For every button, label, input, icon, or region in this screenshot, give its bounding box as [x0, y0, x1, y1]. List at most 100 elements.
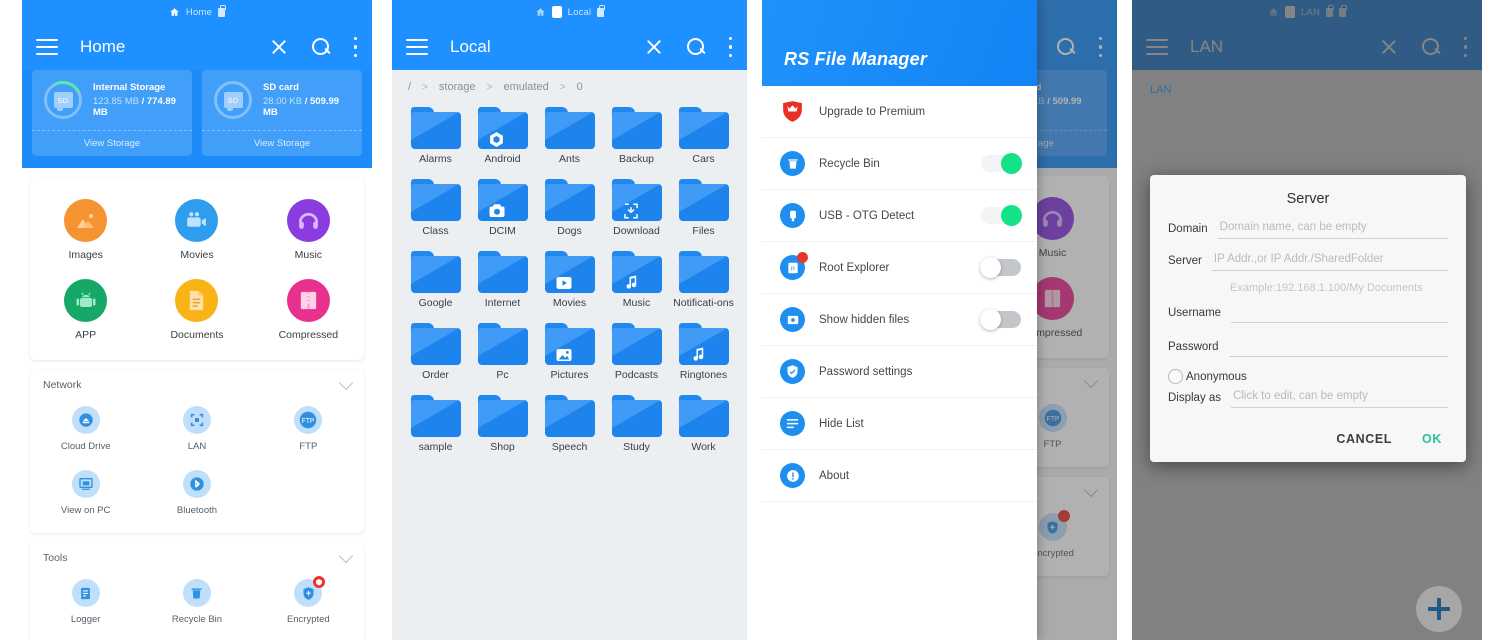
cancel-button[interactable]: CANCEL [1336, 432, 1392, 446]
android-app-icon [64, 279, 108, 322]
folder-item[interactable]: Ants [536, 101, 603, 169]
folder-label: Podcasts [614, 369, 659, 382]
hamburger-icon[interactable] [36, 39, 58, 55]
network-cloud-drive[interactable]: Cloud Drive [30, 397, 141, 461]
folder-icon [410, 251, 461, 294]
folder-item[interactable]: DCIM [469, 173, 536, 241]
folder-item[interactable]: Movies [536, 245, 603, 313]
storage-ring-sdcard: SD [214, 81, 252, 119]
drawer-item-root-explorer[interactable]: R Root Explorer [762, 242, 1037, 294]
network-bluetooth[interactable]: Bluetooth [141, 461, 252, 525]
panel-lan-dialog: LAN LAN LAN Server Domain Domain name, c… [1132, 0, 1482, 640]
toggle-switch[interactable] [980, 309, 1021, 330]
drawer-item-show-hidden-files[interactable]: Show hidden files [762, 294, 1037, 346]
drawer-item-recycle-bin[interactable]: Recycle Bin [762, 138, 1037, 190]
tools-section-header[interactable]: Tools [30, 543, 364, 566]
folder-item[interactable]: Internet [469, 245, 536, 313]
view-storage-button[interactable]: View Storage [202, 130, 362, 156]
screenshot-stage: Home Home SD Internal Storage 123.85 MB … [0, 0, 1500, 640]
drawer-item-upgrade-to-premium[interactable]: Upgrade to Premium [762, 86, 1037, 138]
category-music[interactable]: Music [253, 190, 364, 270]
folder-item[interactable]: Pc [469, 317, 536, 385]
drawer-item-about[interactable]: About [762, 450, 1037, 502]
folder-label: Alarms [419, 153, 452, 165]
chevron-down-icon[interactable] [338, 375, 354, 390]
folder-item[interactable]: Music [603, 245, 670, 313]
toggle-switch[interactable] [981, 153, 1022, 174]
folder-item[interactable]: Backup [603, 101, 670, 169]
folder-label: Speech [551, 441, 588, 454]
category-compressed[interactable]: Compressed [253, 270, 364, 350]
folder-item[interactable]: Cars [670, 101, 737, 169]
folder-item[interactable]: Shop [469, 389, 536, 457]
more-vertical-icon[interactable] [353, 37, 358, 57]
folder-item[interactable]: Speech [536, 389, 603, 457]
anonymous-checkbox-row[interactable]: Anonymous [1168, 369, 1448, 384]
folder-item[interactable]: Files [670, 173, 737, 241]
folder-item[interactable]: Alarms [402, 101, 469, 169]
search-icon[interactable] [311, 37, 331, 57]
network-section-header[interactable]: Network [30, 370, 364, 393]
breadcrumb-item-root[interactable]: / [408, 81, 411, 93]
folder-item[interactable]: Google [402, 245, 469, 313]
breadcrumb-item-storage[interactable]: storage [439, 81, 476, 93]
folder-item[interactable]: Dogs [536, 173, 603, 241]
category-app[interactable]: APP [30, 270, 141, 350]
category-movies[interactable]: Movies [141, 190, 252, 270]
category-documents[interactable]: Documents [141, 270, 252, 350]
network-view-on-pc[interactable]: View on PC [30, 461, 141, 525]
folder-item[interactable]: Notificati-​ons [670, 245, 737, 313]
storage-card-sdcard[interactable]: SD SD card 28.00 KB / 509.99 MB View Sto… [202, 70, 362, 156]
close-icon[interactable] [644, 37, 664, 57]
close-icon[interactable] [269, 37, 289, 57]
storage-sep: / [302, 96, 311, 107]
breadcrumb-item-0[interactable]: 0 [577, 81, 583, 93]
folder-item[interactable]: Order [402, 317, 469, 385]
search-icon[interactable] [686, 37, 706, 57]
folder-item[interactable]: sample [402, 389, 469, 457]
toggle-switch[interactable] [981, 205, 1022, 226]
folder-icon [544, 107, 595, 149]
chevron-down-icon[interactable] [338, 548, 354, 563]
category-label: Compressed [278, 329, 339, 341]
toggle-switch[interactable] [980, 257, 1021, 278]
hamburger-icon[interactable] [406, 39, 428, 55]
folder-label: Internet [484, 297, 521, 310]
drawer-item-hide-list[interactable]: Hide List [762, 398, 1037, 450]
password-input[interactable] [1228, 339, 1448, 357]
anonymous-checkbox[interactable] [1168, 369, 1183, 384]
network-lan[interactable]: LAN [141, 397, 252, 461]
folder-icon [551, 6, 562, 18]
view-storage-button[interactable]: View Storage [32, 130, 192, 156]
music-icon [286, 199, 330, 242]
breadcrumb-item-emulated[interactable]: emulated [503, 81, 548, 93]
server-dialog: Server Domain Domain name, can be empty … [1150, 175, 1466, 462]
domain-input[interactable]: Domain name, can be empty [1217, 221, 1448, 239]
folder-item[interactable]: Android [469, 101, 536, 169]
display-as-input[interactable]: Click to edit, can be empty [1231, 390, 1448, 408]
tools-logger[interactable]: Logger [30, 570, 141, 634]
domain-row: Domain Domain name, can be empty [1168, 221, 1448, 239]
category-images[interactable]: Images [30, 190, 141, 270]
recycle-bin-icon [780, 151, 805, 176]
storage-card-internal[interactable]: SD Internal Storage 123.85 MB / 774.89 M… [32, 70, 192, 156]
drawer-item-password-settings[interactable]: Password settings [762, 346, 1037, 398]
compressed-icon [286, 279, 330, 322]
folder-item[interactable]: Class [402, 173, 469, 241]
more-vertical-icon[interactable] [728, 37, 733, 57]
drawer-item-usb-otg-detect[interactable]: USB - OTG Detect [762, 190, 1037, 242]
folder-item[interactable]: Work [670, 389, 737, 457]
ok-button[interactable]: OK [1422, 432, 1442, 446]
username-input[interactable] [1231, 305, 1448, 323]
folder-item[interactable]: Study [603, 389, 670, 457]
folder-item[interactable]: Podcasts [603, 317, 670, 385]
add-icon[interactable] [1416, 586, 1462, 632]
folder-item[interactable]: Download [603, 173, 670, 241]
folder-item[interactable]: Pictures [536, 317, 603, 385]
password-label: Password [1168, 341, 1219, 353]
folder-item[interactable]: Ringtones [670, 317, 737, 385]
network-ftp[interactable]: FTP FTP [253, 397, 364, 461]
tools-recycle-bin[interactable]: Recycle Bin [141, 570, 252, 634]
tools-encrypted[interactable]: Encrypted [253, 570, 364, 634]
server-input[interactable]: IP Addr.,or IP Addr./SharedFolder [1211, 253, 1448, 271]
